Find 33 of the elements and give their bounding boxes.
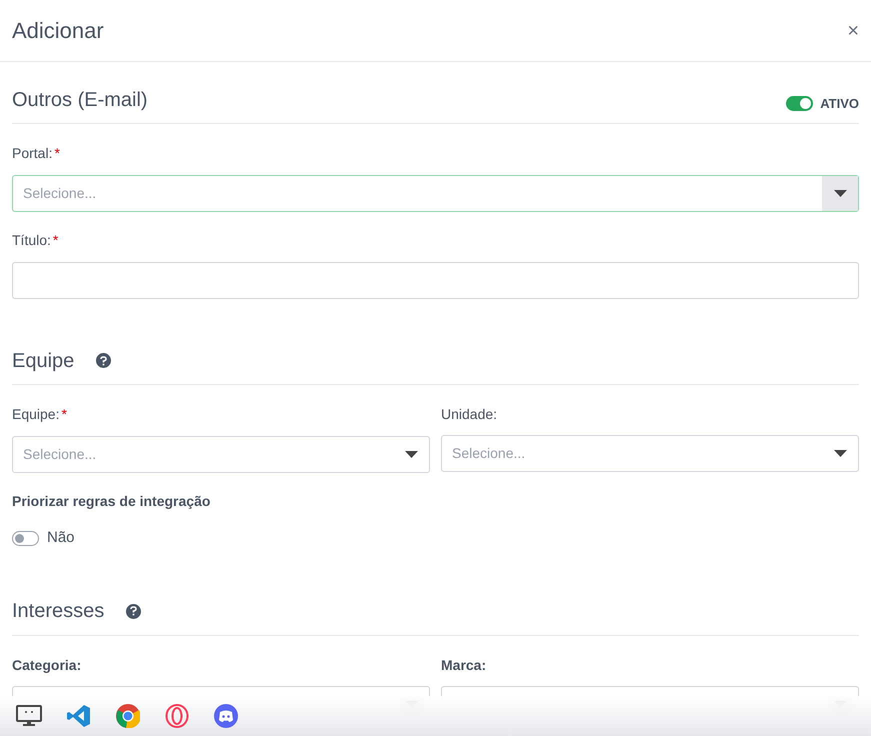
required-mark: * xyxy=(61,405,67,424)
monitor-icon[interactable] xyxy=(16,705,42,727)
toggle-switch[interactable] xyxy=(12,530,39,546)
browser-icon[interactable] xyxy=(116,704,140,728)
status-label: ATIVO xyxy=(820,94,859,112)
field-label: Categoria: xyxy=(12,656,82,674)
section-title: Outros (E-mail) xyxy=(12,88,148,112)
help-icon[interactable] xyxy=(126,604,142,618)
field-label: Priorizar regras de integração xyxy=(12,492,212,511)
code-editor-icon[interactable] xyxy=(67,704,91,728)
section-title: Interesses xyxy=(12,599,104,624)
input-field[interactable] xyxy=(12,262,859,299)
select-field[interactable]: Selecione... xyxy=(12,175,859,212)
switch-label: Não xyxy=(47,528,75,548)
required-mark: * xyxy=(54,144,60,163)
caret-icon xyxy=(404,451,418,458)
field-label: Unidade: xyxy=(441,405,498,424)
select-field[interactable]: Selecione... xyxy=(441,435,859,472)
dialog-title: Adicionar xyxy=(12,17,104,45)
field-label: Marca: xyxy=(441,656,488,674)
required-mark: * xyxy=(52,231,58,250)
field-label: Portal: xyxy=(12,144,52,163)
section-title: Equipe xyxy=(12,348,74,374)
caret-icon xyxy=(834,190,846,197)
close-button[interactable]: × xyxy=(847,20,859,40)
field-label: Equipe: xyxy=(12,405,60,424)
field-label: Título: xyxy=(12,231,51,250)
help-icon[interactable] xyxy=(96,353,112,368)
caret-icon xyxy=(834,450,846,457)
toggle-switch[interactable] xyxy=(786,96,814,111)
select-field[interactable]: Selecione... xyxy=(12,436,430,473)
chat-icon[interactable] xyxy=(214,704,238,728)
ring-icon[interactable] xyxy=(165,704,189,728)
